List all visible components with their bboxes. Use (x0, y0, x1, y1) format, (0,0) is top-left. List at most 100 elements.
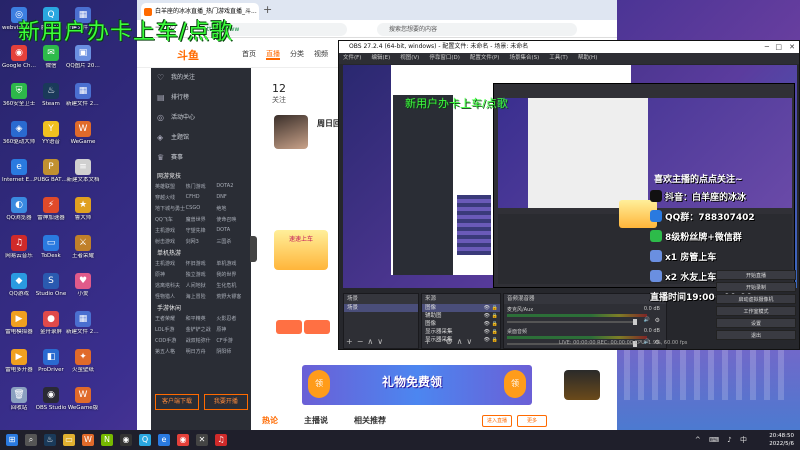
obs-control-button[interactable]: 开始直播 (716, 270, 796, 280)
desktop-icon[interactable]: ▦ 新建文件 2022030... (66, 308, 100, 348)
lock-icon[interactable]: 🔒 (492, 305, 498, 312)
game-category-link[interactable]: CSGO (186, 205, 217, 212)
game-category-link[interactable]: 原神 (216, 326, 247, 333)
obs-control-button[interactable]: 开始录制 (716, 282, 796, 292)
game-category-link[interactable]: LOL手游 (155, 326, 186, 333)
game-category-link[interactable]: COD手游 (155, 337, 186, 344)
content-tab[interactable]: 相关推荐 (354, 416, 386, 425)
badge[interactable] (276, 320, 302, 334)
game-category-link[interactable]: 穿越火线 (155, 194, 186, 201)
source-item[interactable]: 图像 👁 🔒 (422, 304, 500, 312)
sidebar-item[interactable]: ▤ 排行榜 (151, 88, 251, 108)
desktop-icon[interactable]: ♥ 小爱 (66, 270, 100, 310)
game-category-link[interactable]: 原神 (155, 271, 186, 278)
obs-menu-item[interactable]: 停靠窗口(D) (429, 55, 460, 61)
desktop-icon[interactable]: ▦ 新建文件 2021121... (66, 80, 100, 120)
obs-control-button[interactable]: 退出 (716, 330, 796, 340)
new-tab-button[interactable]: + (263, 3, 272, 16)
desktop-icon[interactable]: P PUBG BATTLEGR... (34, 156, 68, 196)
follow-counter[interactable]: 12 关注 (272, 82, 286, 105)
desktop-icon[interactable]: ◆ QQ游戏 (2, 270, 36, 310)
sidebar-category-mobile[interactable]: 手游休闲 (151, 300, 251, 315)
game-category-link[interactable]: 王者荣耀 (155, 315, 186, 322)
desktop-icon[interactable]: ✉ 微信 (34, 42, 68, 82)
game-category-link[interactable]: 怪物猎人 (155, 293, 186, 300)
minimize-icon[interactable]: ─ (765, 41, 769, 53)
client-download-button[interactable]: 客户端下载 (155, 394, 199, 410)
desktop-icon[interactable]: ● 金舟录屏 (34, 308, 68, 348)
enter-room-button[interactable]: 进入直播 (482, 415, 512, 427)
desktop-icon[interactable]: ⚡ 雷神加速器 (34, 194, 68, 234)
desktop-icon[interactable]: W WeGame (66, 118, 100, 158)
site-nav-item[interactable]: 首页 (242, 50, 256, 58)
desktop-icon[interactable]: ◉ Google Chrome (2, 42, 36, 82)
sidebar-category-online[interactable]: 网游竞技 (151, 168, 251, 183)
scene-item[interactable]: 场景 (344, 304, 418, 312)
gift-banner[interactable]: 领 礼物免费领 领 (302, 365, 532, 405)
game-category-link[interactable]: 使命召唤 (216, 216, 247, 223)
taskbar-file-explorer-icon[interactable]: ▭ (63, 434, 75, 446)
desktop-icon[interactable]: ◧ ProDriver (34, 346, 68, 386)
obs-menu-item[interactable]: 编辑(E) (371, 55, 390, 61)
taskbar-obs-icon[interactable]: ◉ (120, 434, 132, 446)
taskbar-search-icon[interactable]: ⌕ (25, 434, 37, 446)
game-category-link[interactable]: 魔兽世界 (186, 216, 217, 223)
promo-banner[interactable]: 速速上车 (274, 230, 328, 270)
game-category-link[interactable]: 怀旧游戏 (186, 260, 217, 267)
game-category-link[interactable]: 我的世界 (216, 271, 247, 278)
badge[interactable] (304, 320, 330, 334)
desktop-icon[interactable]: ▣ QQ图片 2021121... (66, 42, 100, 82)
game-category-link[interactable]: 英雄联盟 (155, 183, 186, 190)
lock-icon[interactable]: 🔒 (492, 337, 498, 344)
source-tools[interactable]: +−⚙∧∨ (424, 337, 476, 346)
game-category-link[interactable]: 明日方舟 (186, 348, 217, 355)
game-category-link[interactable]: 第五人格 (155, 348, 186, 355)
scene-tools[interactable]: +−∧∨ (346, 337, 387, 346)
obs-menu-item[interactable]: 工具(T) (549, 55, 568, 61)
start-broadcast-button[interactable]: 我要开播 (203, 394, 248, 410)
desktop-icon[interactable]: ♨ Steam (34, 80, 68, 120)
game-category-link[interactable]: 荒野大镖客 (216, 293, 247, 300)
game-category-link[interactable]: QQ飞车 (155, 216, 186, 223)
obs-control-button[interactable]: 设置 (716, 318, 796, 328)
lock-icon[interactable]: 🔒 (492, 329, 498, 336)
game-category-link[interactable]: 和平精英 (186, 315, 217, 322)
lock-icon[interactable]: 🔒 (492, 321, 498, 328)
game-category-link[interactable]: DOTA (216, 227, 247, 234)
eye-icon[interactable]: 👁 (484, 321, 490, 328)
game-category-link[interactable]: 战双帕弥什 (186, 337, 217, 344)
taskbar-qq-icon[interactable]: Q (139, 434, 151, 446)
desktop-icon[interactable]: ♫ 网易云音乐 (2, 232, 36, 272)
game-category-link[interactable]: 生化危机 (216, 282, 247, 289)
game-category-link[interactable]: 射击游戏 (155, 238, 186, 245)
taskbar-wegame-icon[interactable]: W (82, 434, 94, 446)
content-tab[interactable]: 主播说 (304, 416, 328, 425)
taskbar-netease-icon[interactable]: ♫ (215, 434, 227, 446)
desktop-icon[interactable]: ▭ ToDesk (34, 232, 68, 272)
game-category-link[interactable]: 阴阳师 (216, 348, 247, 355)
desktop-icon[interactable]: ⚔ 王者荣耀 (66, 232, 100, 272)
sidebar-item[interactable]: ◈ 主题馆 (151, 128, 251, 148)
game-category-link[interactable]: DNF (216, 194, 247, 201)
close-icon[interactable]: ✕ (789, 41, 795, 53)
streamer-avatar[interactable] (274, 115, 308, 149)
sidebar-category-single[interactable]: 单机热游 (151, 245, 251, 260)
desktop-icon[interactable]: W WeGame版 (66, 384, 100, 424)
obs-menu-item[interactable]: 帮助(H) (578, 55, 597, 61)
source-item[interactable]: 辅助图 👁 🔒 (422, 312, 500, 320)
clock[interactable]: 20:48:50 2022/5/6 (769, 432, 794, 448)
maximize-icon[interactable]: □ (775, 41, 782, 53)
game-category-link[interactable]: 单机游戏 (216, 260, 247, 267)
desktop-icon[interactable]: ★ 鲁大师 (66, 194, 100, 234)
volume-slider-handle[interactable] (633, 319, 637, 325)
desktop-icon[interactable]: ◈ 360驱动大师 (2, 118, 36, 158)
game-category-link[interactable]: 人间地狱 (186, 282, 217, 289)
desktop-icon[interactable]: 🗑 回收站 (2, 384, 36, 424)
desktop-icon[interactable]: ✦ 火萤壁纸 (66, 346, 100, 386)
sidebar-item[interactable]: ◎ 活动中心 (151, 108, 251, 128)
eye-icon[interactable]: 👁 (484, 329, 490, 336)
side-promo-image[interactable] (564, 370, 600, 400)
volume-slider[interactable] (507, 319, 637, 325)
game-category-link[interactable]: 主机游戏 (155, 260, 186, 267)
source-item[interactable]: 显示器采集 👁 🔒 (422, 328, 500, 336)
